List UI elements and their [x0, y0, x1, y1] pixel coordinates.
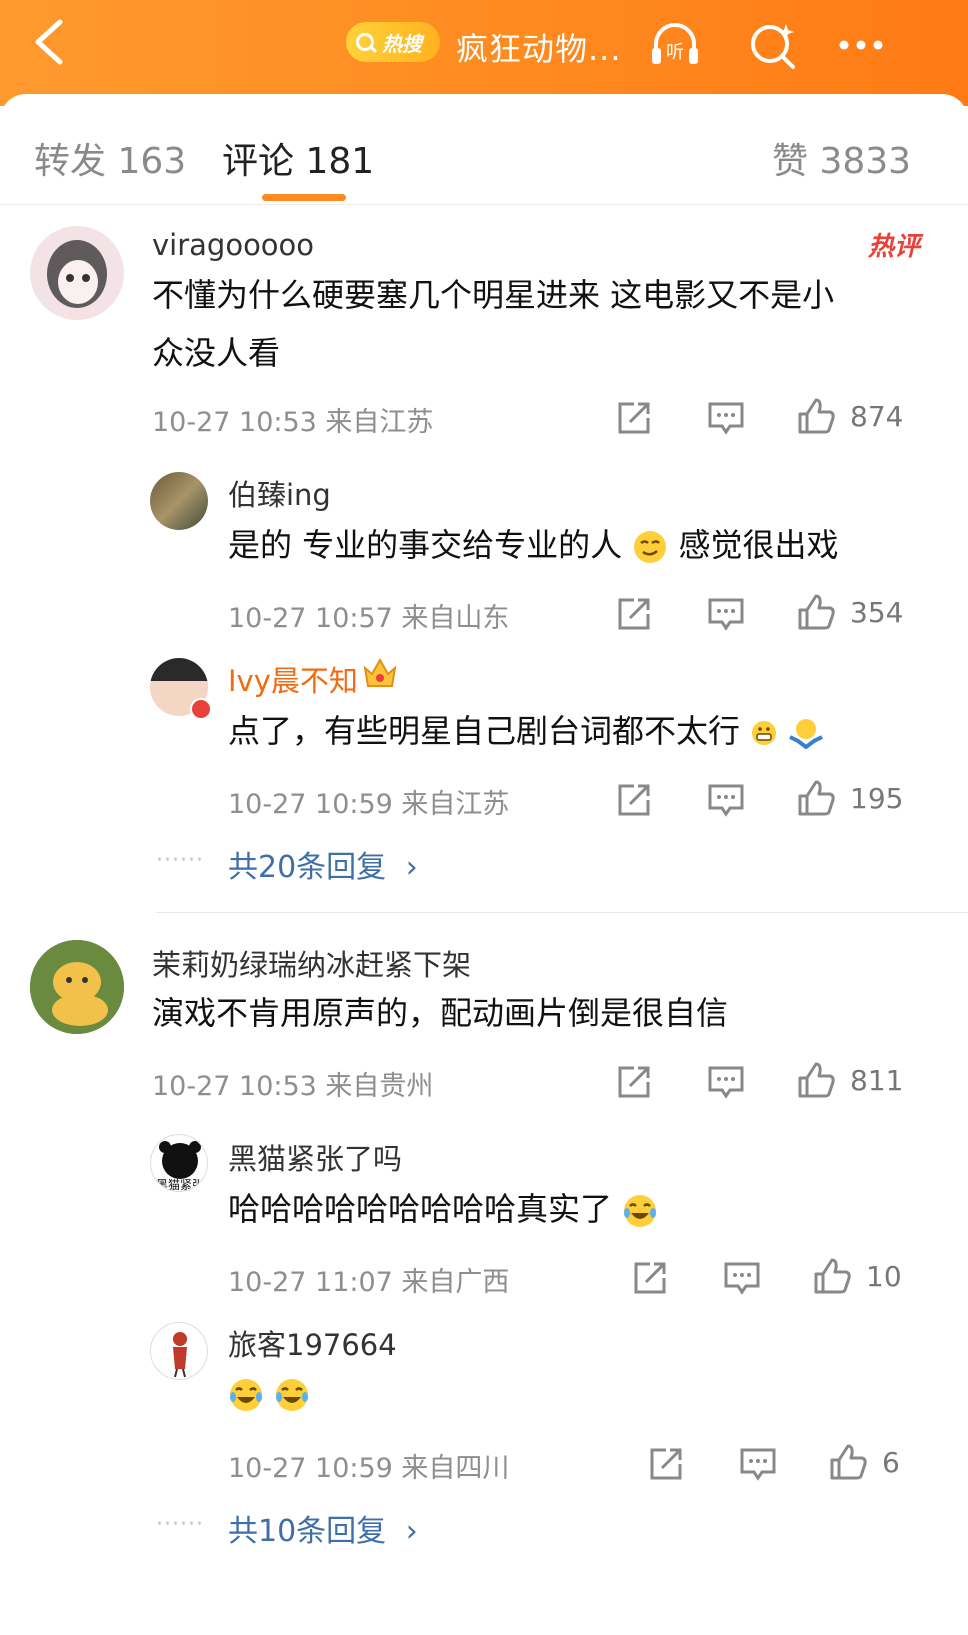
reply-username[interactable]: 旅客197664	[228, 1322, 397, 1364]
like-count: 874	[850, 400, 904, 433]
avatar[interactable]	[30, 226, 124, 320]
svg-text:黑猫紧张: 黑猫紧张	[156, 1178, 204, 1192]
reply-text: 点了，有些明星自己剧台词都不太行	[228, 702, 824, 760]
comment-icon[interactable]	[722, 1258, 762, 1298]
avatar[interactable]	[150, 1322, 208, 1380]
comment-text-line: 不懂为什么硬要塞几个明星进来 这电影又不是小	[152, 276, 835, 314]
laugh-cry-emoji-icon	[276, 1379, 309, 1411]
reply-text-part: 哈哈哈哈哈哈哈哈哈真实了	[228, 1190, 613, 1228]
share-icon[interactable]	[614, 398, 654, 438]
reply-meta: 10-27 10:57 来自山东	[228, 603, 510, 634]
like-icon[interactable]	[796, 592, 836, 632]
more-replies-label: 共10条回复	[228, 1514, 387, 1549]
comment-text-line: 众没人看	[152, 334, 281, 372]
avatar[interactable]	[150, 472, 208, 530]
reply-meta: 10-27 11:07 来自广西	[228, 1267, 510, 1298]
active-tab-indicator	[262, 194, 346, 201]
shrug-emoji-icon	[789, 719, 824, 749]
reply-text-part: 点了，有些明星自己剧台词都不太行	[228, 712, 741, 750]
more-options-icon[interactable]	[834, 18, 888, 72]
comment-username[interactable]: 茉莉奶绿瑞纳冰赶紧下架	[152, 942, 471, 984]
tab-bar: 转发 163 评论 181 赞 3833	[0, 94, 968, 205]
avatar[interactable]	[30, 940, 124, 1034]
reply-text-part: 是的 专业的事交给专业的人	[228, 526, 623, 564]
comment-icon[interactable]	[706, 594, 746, 634]
like-count: 811	[850, 1064, 904, 1097]
hot-search-pill[interactable]: 热搜	[346, 22, 440, 62]
avatar-illustration	[47, 240, 107, 320]
share-icon[interactable]	[630, 1258, 670, 1298]
comment-icon[interactable]	[706, 780, 746, 820]
reply-meta: 10-27 10:59 来自江苏	[228, 789, 510, 820]
dots-separator: ······	[156, 848, 204, 873]
dots-separator: ······	[156, 1512, 204, 1537]
comment-icon[interactable]	[738, 1444, 778, 1484]
comment-meta: 10-27 10:53 来自贵州	[152, 1071, 434, 1102]
search-sparkle-icon[interactable]	[746, 18, 800, 72]
tab-repost[interactable]: 转发 163	[34, 132, 186, 184]
topic-title[interactable]: 疯狂动物...	[456, 24, 622, 70]
comment-username[interactable]: viragooooo	[152, 228, 314, 262]
like-count: 6	[882, 1446, 900, 1479]
hot-comment-badge: 热评	[868, 232, 921, 262]
back-arrow-icon[interactable]	[30, 18, 70, 66]
tab-comments[interactable]: 评论 181	[222, 132, 374, 184]
like-icon[interactable]	[812, 1256, 852, 1296]
comment-icon[interactable]	[706, 398, 746, 438]
chevron-right-icon: ›	[405, 850, 418, 885]
share-icon[interactable]	[614, 1062, 654, 1102]
like-count: 354	[850, 596, 904, 629]
tab-likes[interactable]: 赞 3833	[772, 132, 911, 184]
like-icon[interactable]	[828, 1442, 868, 1482]
comment-icon[interactable]	[706, 1062, 746, 1102]
comment-meta: 10-27 10:53 来自江苏	[152, 407, 434, 438]
reply-text-part: 感觉很出戏	[678, 526, 839, 564]
avatar-illustration	[30, 940, 124, 1034]
verified-badge-icon	[190, 698, 212, 720]
reply-username[interactable]: 黑猫紧张了吗	[228, 1136, 402, 1178]
black-cat-avatar: 黑猫紧张	[156, 1141, 204, 1192]
like-count: 10	[866, 1260, 902, 1293]
like-icon[interactable]	[796, 396, 836, 436]
like-icon[interactable]	[796, 778, 836, 818]
avatar[interactable]: 黑猫紧张	[150, 1134, 208, 1192]
reply-username[interactable]: 伯臻ing	[228, 472, 331, 514]
more-replies-link[interactable]: 共20条回复 ›	[228, 842, 418, 886]
laugh-cry-emoji-icon	[230, 1379, 262, 1411]
reply-text: 是的 专业的事交给专业的人 感觉很出戏	[228, 516, 839, 574]
reply-text: 哈哈哈哈哈哈哈哈哈真实了	[228, 1180, 658, 1238]
grimace-emoji-icon	[752, 721, 777, 745]
comment-divider	[156, 912, 968, 913]
hot-search-label: 热搜	[382, 31, 422, 56]
headphones-listen-icon[interactable]: 听	[648, 18, 702, 72]
more-replies-label: 共20条回复	[228, 850, 387, 885]
comment-text: 不懂为什么硬要塞几个明星进来 这电影又不是小 众没人看	[152, 266, 834, 382]
smug-emoji-icon	[634, 531, 667, 563]
search-icon	[356, 33, 374, 51]
svg-text:听: 听	[666, 42, 684, 63]
more-replies-link[interactable]: 共10条回复 ›	[228, 1506, 418, 1550]
top-bar: 热搜 疯狂动物... 听	[0, 0, 968, 106]
traveler-avatar	[173, 1332, 187, 1378]
share-icon[interactable]	[646, 1444, 686, 1484]
reply-text	[228, 1364, 310, 1422]
reply-meta: 10-27 10:59 来自四川	[228, 1453, 510, 1484]
share-icon[interactable]	[614, 594, 654, 634]
crown-vip-icon	[363, 657, 397, 687]
like-icon[interactable]	[796, 1060, 836, 1100]
like-count: 195	[850, 782, 904, 815]
reply-username[interactable]: Ivy晨不知	[228, 658, 358, 700]
share-icon[interactable]	[614, 780, 654, 820]
chevron-right-icon: ›	[405, 1514, 418, 1549]
comment-text: 演戏不肯用原声的，配动画片倒是很自信	[152, 994, 729, 1032]
laugh-cry-emoji-icon	[624, 1195, 657, 1227]
